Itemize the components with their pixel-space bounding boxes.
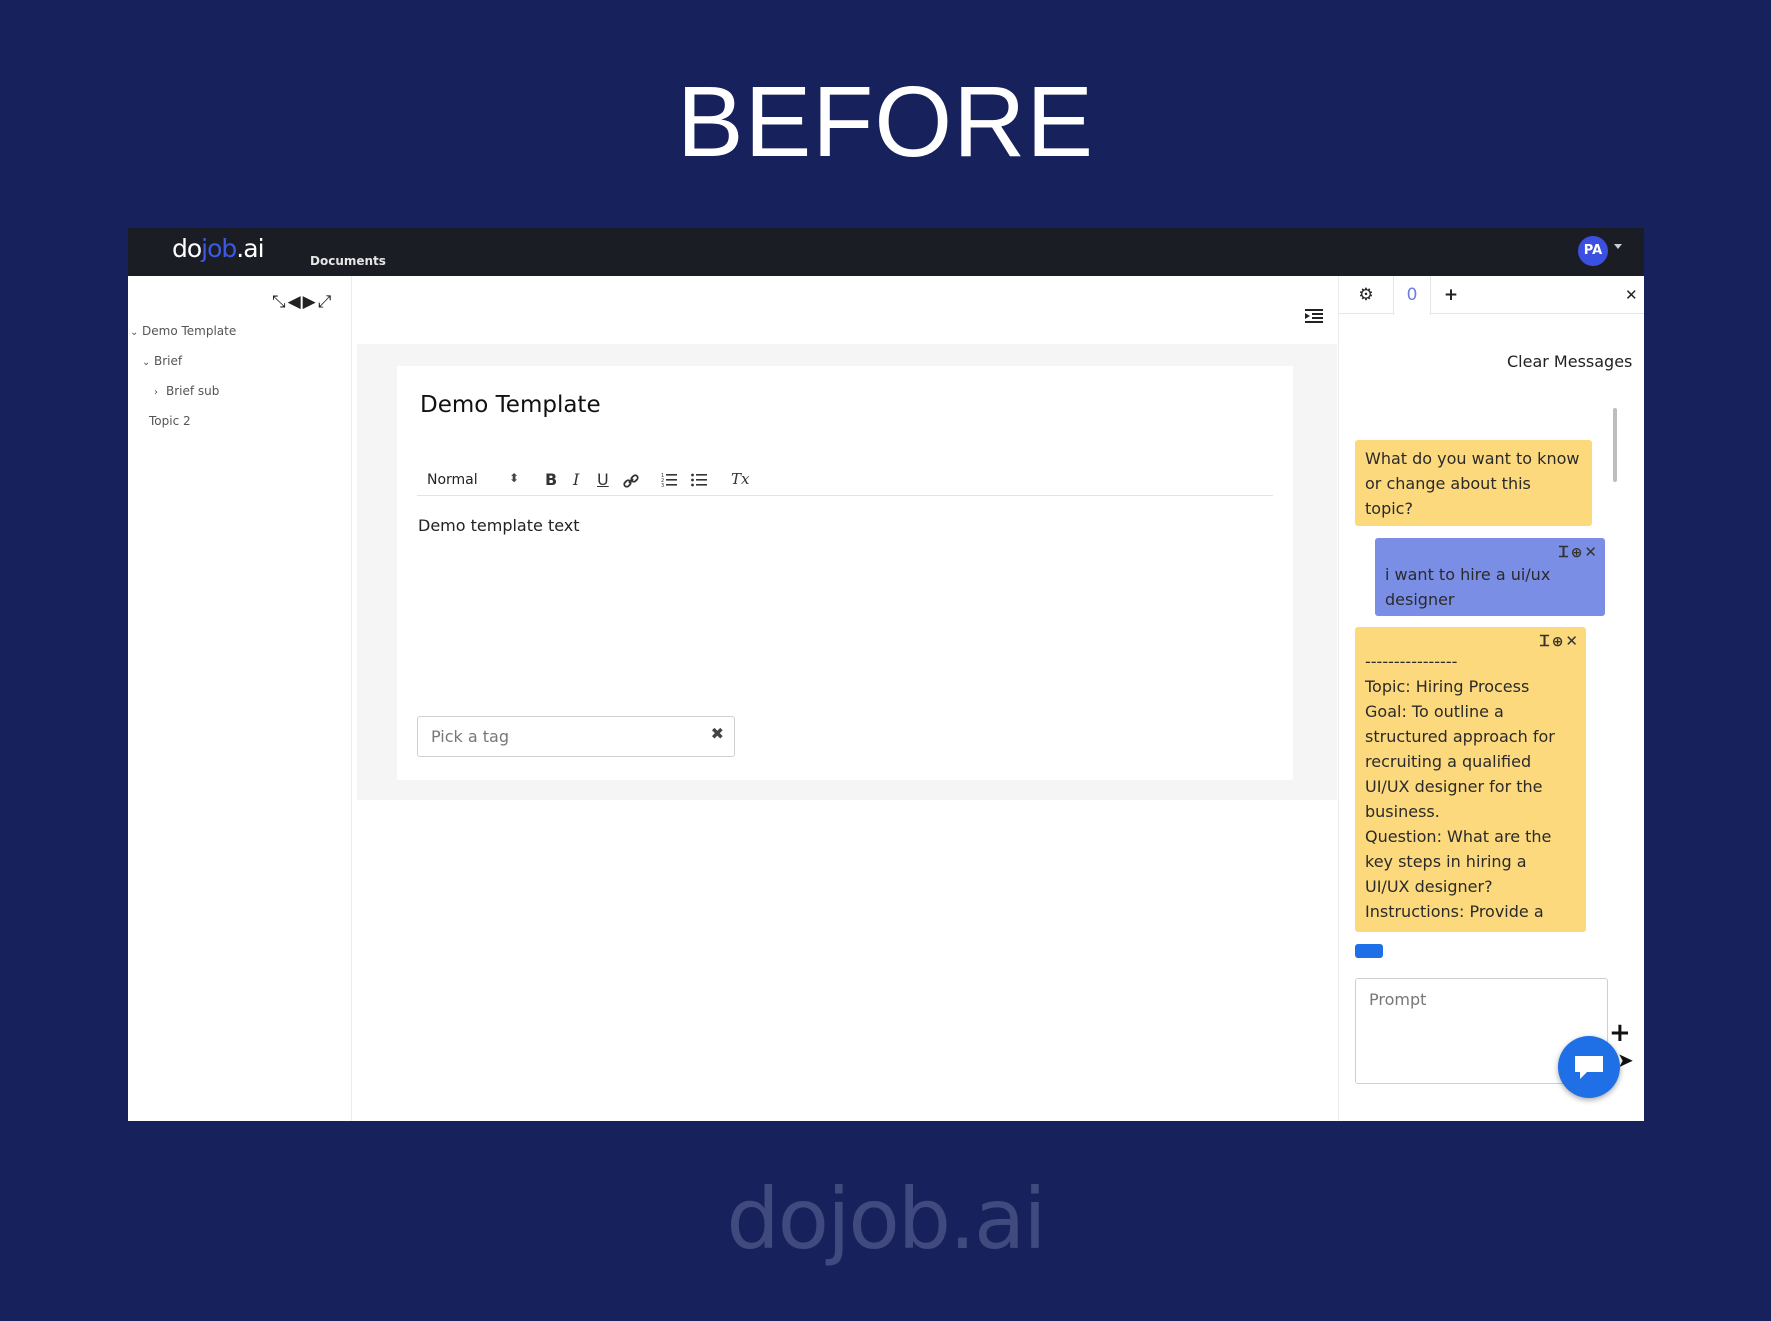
- chat-icon: [1575, 1056, 1603, 1079]
- tree-item-brief-sub[interactable]: › Brief sub: [154, 384, 219, 398]
- footer-logo-right: .ai: [949, 1170, 1047, 1268]
- footer-logo: dojob.ai: [0, 1170, 1771, 1268]
- tab-count[interactable]: 0: [1393, 276, 1431, 315]
- underline-button[interactable]: U: [597, 470, 609, 489]
- editor-body[interactable]: Demo template text: [418, 516, 580, 535]
- outdent-icon[interactable]: [1305, 308, 1323, 329]
- tag-input[interactable]: [419, 718, 699, 755]
- svg-text:3: 3: [661, 483, 664, 488]
- tree-item-label: Brief: [154, 354, 183, 368]
- message-line: Question: What are the key steps in hiri…: [1365, 827, 1552, 896]
- tag-picker[interactable]: ✖: [417, 716, 735, 757]
- close-icon[interactable]: ✕: [1625, 276, 1638, 314]
- footer-logo-left: do: [726, 1170, 829, 1268]
- select-arrows-icon[interactable]: ⬍: [509, 471, 519, 485]
- link-icon[interactable]: [623, 473, 639, 493]
- tree-item-label: Brief sub: [166, 384, 220, 398]
- message-text: i want to hire a ui/ux designer: [1385, 565, 1551, 609]
- gear-icon[interactable]: ⚙: [1339, 276, 1393, 314]
- tree-item-topic-2[interactable]: Topic 2: [149, 414, 191, 428]
- rich-text-toolbar: Normal ⬍ B I U 123 Tx: [417, 466, 1273, 496]
- chat-panel: ⚙ 0 + ✕ Clear Messages What do you want …: [1338, 276, 1644, 1121]
- brand-logo[interactable]: dojob.ai: [172, 234, 265, 263]
- cursor-icon[interactable]: Ꮖ: [1559, 543, 1571, 561]
- chevron-down-icon[interactable]: ⌄: [142, 357, 154, 368]
- brand-logo-right: .ai: [236, 234, 264, 263]
- italic-button[interactable]: I: [573, 470, 579, 489]
- message-line: Topic: Hiring Process: [1365, 677, 1530, 696]
- load-more-button[interactable]: [1355, 944, 1383, 958]
- message-actions: Ꮖ⊕✕: [1559, 540, 1599, 566]
- clear-icon[interactable]: ✖: [711, 724, 724, 743]
- brand-logo-mid: job: [201, 234, 237, 263]
- chevron-right-icon[interactable]: ›: [154, 387, 166, 398]
- document-tree-sidebar: ⤡◀▶⤢ ⌄ Demo Template ⌄ Brief › Brief sub To…: [128, 276, 352, 1121]
- editor-panel: Demo Template Normal ⬍ B I U 123 Tx Demo…: [352, 276, 1338, 1121]
- app-window: dojob.ai Documents PA ⤡◀▶⤢ ⌄ Demo Templat…: [128, 228, 1644, 1121]
- clear-messages-button[interactable]: Clear Messages: [1507, 352, 1632, 371]
- add-prompt-button[interactable]: +: [1609, 1020, 1631, 1046]
- bold-button[interactable]: B: [545, 470, 557, 489]
- footer-logo-mid: job: [827, 1170, 951, 1268]
- chevron-down-icon[interactable]: [1614, 244, 1622, 249]
- bullet-list-icon[interactable]: [691, 472, 707, 492]
- clear-format-button[interactable]: Tx: [731, 470, 749, 488]
- message-line: Goal: To outline a structured approach f…: [1365, 702, 1555, 821]
- close-icon[interactable]: ✕: [1584, 543, 1599, 561]
- chevron-down-icon[interactable]: ⌄: [130, 327, 142, 338]
- document-card: Demo Template Normal ⬍ B I U 123 Tx Demo…: [397, 366, 1293, 780]
- document-title[interactable]: Demo Template: [420, 392, 601, 418]
- message-actions: Ꮖ⊕✕: [1540, 629, 1580, 655]
- tree-item-label: Topic 2: [149, 414, 191, 428]
- assistant-message: Ꮖ⊕✕ ---------------- Topic: Hiring Proce…: [1355, 627, 1586, 932]
- page-headline: BEFORE: [676, 66, 1095, 178]
- chat-tabs: ⚙ 0 + ✕: [1339, 276, 1644, 315]
- nav-documents-link[interactable]: Documents: [310, 254, 386, 268]
- add-circle-icon[interactable]: ⊕: [1552, 634, 1566, 650]
- add-circle-icon[interactable]: ⊕: [1571, 545, 1585, 561]
- ordered-list-icon[interactable]: 123: [661, 472, 677, 492]
- assistant-message: What do you want to know or change about…: [1355, 440, 1592, 526]
- cursor-icon[interactable]: Ꮖ: [1540, 632, 1552, 650]
- brand-logo-left: do: [172, 234, 202, 263]
- top-navbar: dojob.ai Documents PA: [128, 228, 1644, 276]
- chat-scrollbar[interactable]: [1613, 408, 1617, 482]
- tree-item-label: Demo Template: [142, 324, 237, 338]
- chat-fab-button[interactable]: [1558, 1036, 1620, 1098]
- add-tab-button[interactable]: +: [1431, 276, 1471, 314]
- format-select[interactable]: Normal: [427, 472, 478, 488]
- user-message: Ꮖ⊕✕ i want to hire a ui/ux designer: [1375, 538, 1605, 616]
- tree-item-demo-template[interactable]: ⌄ Demo Template: [130, 324, 236, 338]
- close-icon[interactable]: ✕: [1565, 632, 1580, 650]
- user-avatar[interactable]: PA: [1578, 236, 1608, 266]
- tree-item-brief[interactable]: ⌄ Brief: [142, 354, 182, 368]
- tree-controls[interactable]: ⤡◀▶⤢: [272, 292, 333, 312]
- message-line: Instructions: Provide a: [1365, 902, 1544, 921]
